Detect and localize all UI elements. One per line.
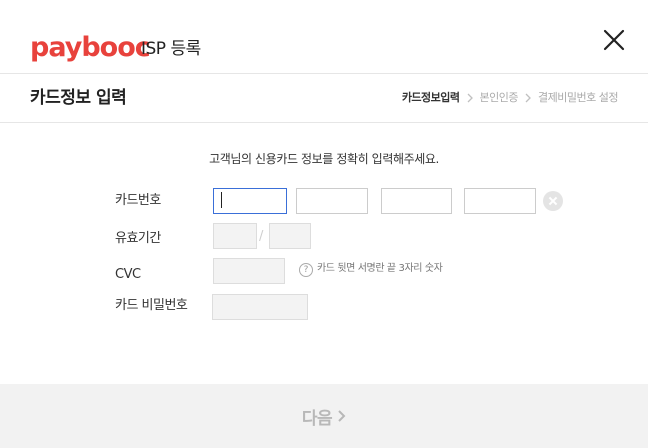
section-title: 카드정보 입력 — [30, 88, 127, 108]
close-icon — [603, 29, 625, 51]
clear-card-number-button[interactable] — [543, 191, 563, 211]
chevron-right-icon — [525, 93, 531, 103]
form-instruction: 고객님의 신용카드 정보를 정확히 입력해주세요. — [209, 152, 439, 166]
cvc-field[interactable] — [213, 258, 285, 284]
chevron-right-icon — [467, 93, 473, 103]
chevron-right-icon — [338, 410, 346, 422]
expiry-separator: / — [259, 229, 264, 244]
expiry-label: 유효기간 — [115, 231, 161, 246]
card-number-field-4[interactable] — [464, 188, 536, 214]
next-button[interactable]: 다음 — [0, 384, 648, 448]
close-button[interactable] — [598, 24, 630, 56]
step-indicator: 카드정보입력 본인인증 결제비밀번호 설정 — [401, 90, 619, 106]
step-identity-verification: 본인인증 — [479, 91, 519, 104]
paybooc-logo: paybooc — [30, 32, 151, 63]
expiry-month-field[interactable] — [213, 223, 257, 249]
question-circle-icon: ? — [299, 263, 313, 277]
footer-bar: 다음 — [0, 384, 648, 448]
step-card-info: 카드정보입력 — [401, 91, 460, 104]
app-header: paybooc ISP 등록 — [0, 0, 648, 74]
card-pin-label: 카드 비밀번호 — [115, 298, 188, 313]
card-number-label: 카드번호 — [115, 193, 161, 208]
step-payment-password: 결제비밀번호 설정 — [538, 91, 618, 104]
card-pin-field[interactable] — [212, 294, 308, 320]
step-header: 카드정보 입력 카드정보입력 본인인증 결제비밀번호 설정 — [0, 74, 648, 123]
next-button-label: 다음 — [301, 408, 333, 429]
card-number-field-3[interactable] — [381, 188, 452, 214]
expiry-year-field[interactable] — [269, 223, 311, 249]
text-cursor — [221, 192, 222, 208]
cvc-help-text: 카드 뒷면 서명란 끝 3자리 숫자 — [317, 263, 443, 274]
card-number-field-1[interactable] — [213, 188, 287, 214]
card-number-field-2[interactable] — [296, 188, 368, 214]
cvc-label: CVC — [115, 267, 141, 282]
page-header-title: ISP 등록 — [141, 39, 201, 59]
